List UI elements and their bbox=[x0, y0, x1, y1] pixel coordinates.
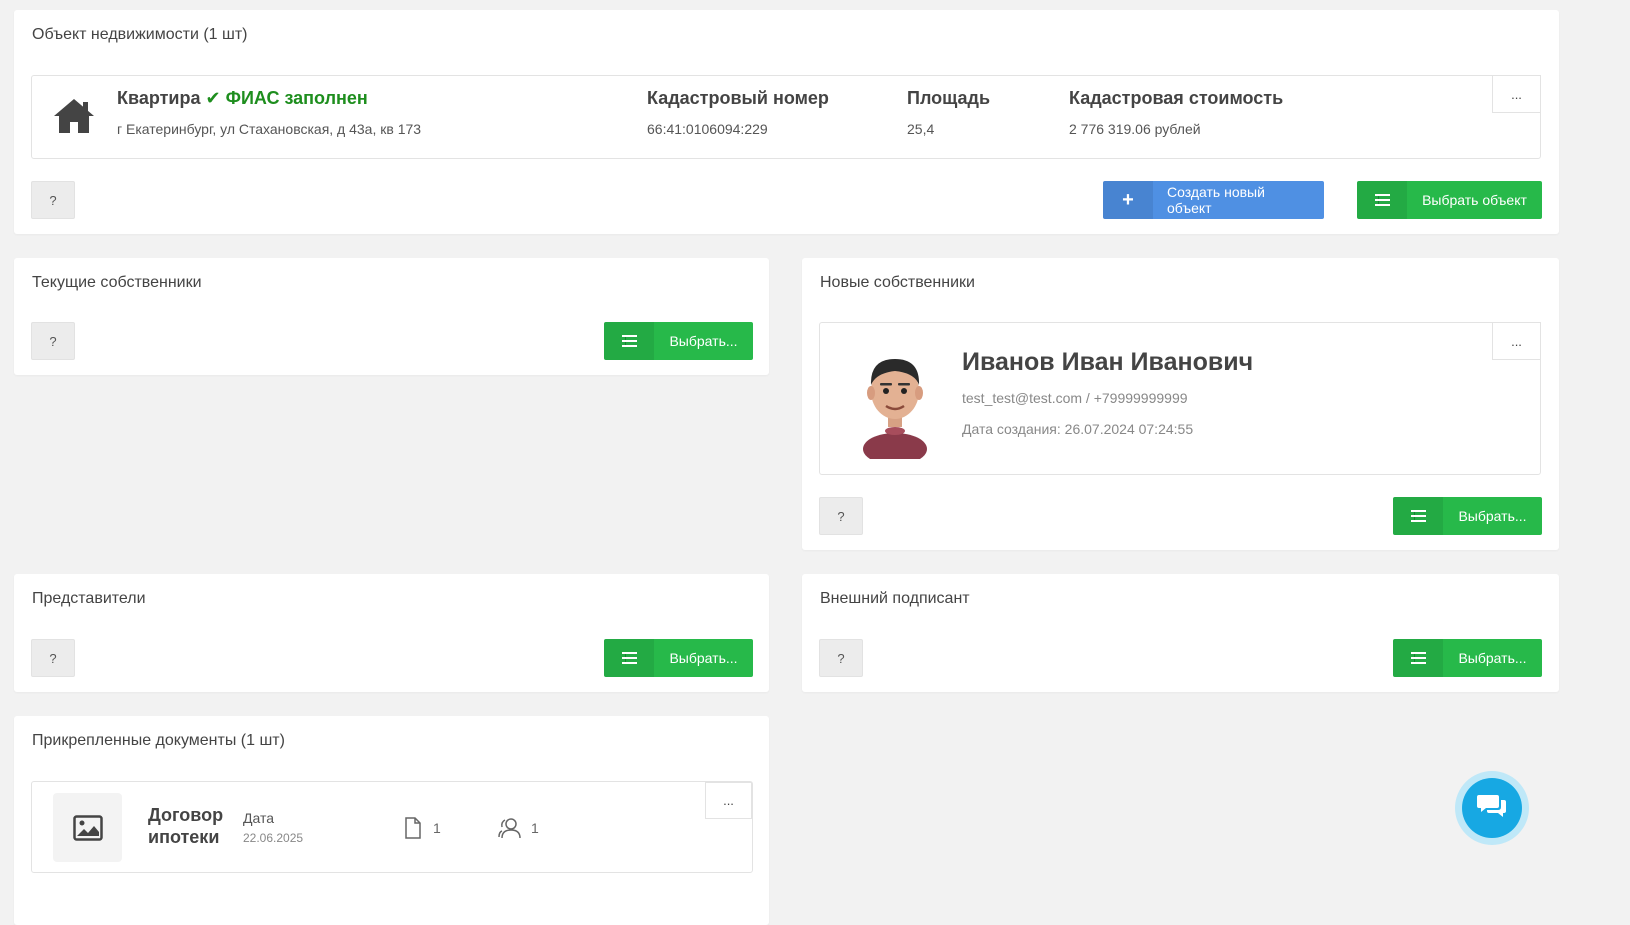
property-panel-title: Объект недвижимости (1 шт) bbox=[32, 26, 248, 43]
area-label: Площадь bbox=[907, 88, 991, 108]
external-signer-select-label: Выбрать... bbox=[1458, 650, 1527, 666]
select-object-label: Выбрать объект bbox=[1422, 192, 1527, 208]
documents-panel: Прикрепленные документы (1 шт) Договор и… bbox=[14, 716, 769, 925]
document-signers-count: 1 bbox=[531, 820, 539, 836]
fias-status: ФИАС заполнен bbox=[225, 88, 368, 108]
representatives-title: Представители bbox=[32, 590, 146, 607]
cadastral-cost-value: 2 776 319.06 рублей bbox=[1069, 121, 1201, 137]
list-icon bbox=[604, 639, 654, 677]
external-signer-title: Внешний подписант bbox=[820, 590, 970, 607]
area-value: 25,4 bbox=[907, 121, 935, 137]
representatives-select-label: Выбрать... bbox=[669, 650, 738, 666]
house-icon bbox=[52, 96, 96, 141]
file-icon bbox=[404, 817, 422, 844]
documents-title: Прикрепленные документы (1 шт) bbox=[32, 732, 285, 749]
document-more-button[interactable]: ... bbox=[705, 782, 752, 819]
avatar bbox=[860, 349, 930, 465]
person-contact: test_test@test.com / +79999999999 bbox=[962, 390, 1188, 406]
external-signer-help-button[interactable]: ? bbox=[819, 639, 863, 677]
chat-icon bbox=[1477, 793, 1507, 824]
document-name-line2: ипотеки bbox=[148, 827, 220, 847]
property-more-button[interactable]: ... bbox=[1492, 75, 1541, 113]
representatives-select-button[interactable]: Выбрать... bbox=[604, 639, 753, 677]
plus-icon: + bbox=[1103, 181, 1153, 219]
person-name: Иванов Иван Иванович bbox=[962, 348, 1254, 376]
property-card[interactable]: Квартира ✔ ФИАС заполнен г Екатеринбург,… bbox=[31, 75, 1541, 159]
new-owners-select-label: Выбрать... bbox=[1458, 508, 1527, 524]
representatives-help-button[interactable]: ? bbox=[31, 639, 75, 677]
property-panel: Объект недвижимости (1 шт) Квартира ✔ ФИ… bbox=[14, 10, 1559, 234]
create-object-button[interactable]: + Создать новый объект bbox=[1103, 181, 1324, 219]
list-icon bbox=[1393, 497, 1443, 535]
property-help-button[interactable]: ? bbox=[31, 181, 75, 219]
list-icon bbox=[1357, 181, 1407, 219]
image-icon bbox=[53, 793, 122, 862]
chat-button-inner bbox=[1462, 778, 1522, 838]
check-icon: ✔ bbox=[205, 88, 221, 108]
external-signer-select-button[interactable]: Выбрать... bbox=[1393, 639, 1542, 677]
users-icon bbox=[498, 817, 522, 844]
cadastral-number-label: Кадастровый номер bbox=[647, 88, 829, 108]
document-files-count: 1 bbox=[433, 820, 441, 836]
property-type: Квартира ✔ ФИАС заполнен bbox=[117, 88, 368, 109]
current-owners-title: Текущие собственники bbox=[32, 274, 202, 291]
list-icon bbox=[1393, 639, 1443, 677]
property-type-label: Квартира bbox=[117, 88, 201, 108]
document-date-label: Дата bbox=[243, 810, 275, 826]
cadastral-number-value: 66:41:0106094:229 bbox=[647, 121, 768, 137]
document-date-value: 22.06.2025 bbox=[243, 831, 304, 845]
select-object-button[interactable]: Выбрать объект bbox=[1357, 181, 1542, 219]
cadastral-cost-label: Кадастровая стоимость bbox=[1069, 88, 1284, 108]
document-name: Договор ипотеки bbox=[148, 804, 223, 848]
person-more-button[interactable]: ... bbox=[1492, 322, 1541, 360]
chat-button[interactable] bbox=[1455, 771, 1529, 845]
new-owners-title: Новые собственники bbox=[820, 274, 975, 291]
external-signer-panel: Внешний подписант ? Выбрать... bbox=[802, 574, 1559, 692]
current-owners-select-button[interactable]: Выбрать... bbox=[604, 322, 753, 360]
document-card[interactable]: Договор ипотеки Дата 22.06.2025 1 1 ... bbox=[31, 781, 753, 873]
list-icon bbox=[604, 322, 654, 360]
person-card[interactable]: Иванов Иван Иванович test_test@test.com … bbox=[819, 322, 1541, 475]
current-owners-panel: Текущие собственники ? Выбрать... bbox=[14, 258, 769, 375]
person-created-date: Дата создания: 26.07.2024 07:24:55 bbox=[962, 421, 1194, 437]
representatives-panel: Представители ? Выбрать... bbox=[14, 574, 769, 692]
document-name-line1: Договор bbox=[148, 805, 224, 825]
new-owners-select-button[interactable]: Выбрать... bbox=[1393, 497, 1542, 535]
create-object-label: Создать новый объект bbox=[1167, 184, 1265, 216]
new-owners-help-button[interactable]: ? bbox=[819, 497, 863, 535]
current-owners-select-label: Выбрать... bbox=[669, 333, 738, 349]
new-owners-panel: Новые собственники Иванов Иван Иванович … bbox=[802, 258, 1559, 550]
property-address: г Екатеринбург, ул Стахановская, д 43а, … bbox=[117, 121, 422, 137]
current-owners-help-button[interactable]: ? bbox=[31, 322, 75, 360]
